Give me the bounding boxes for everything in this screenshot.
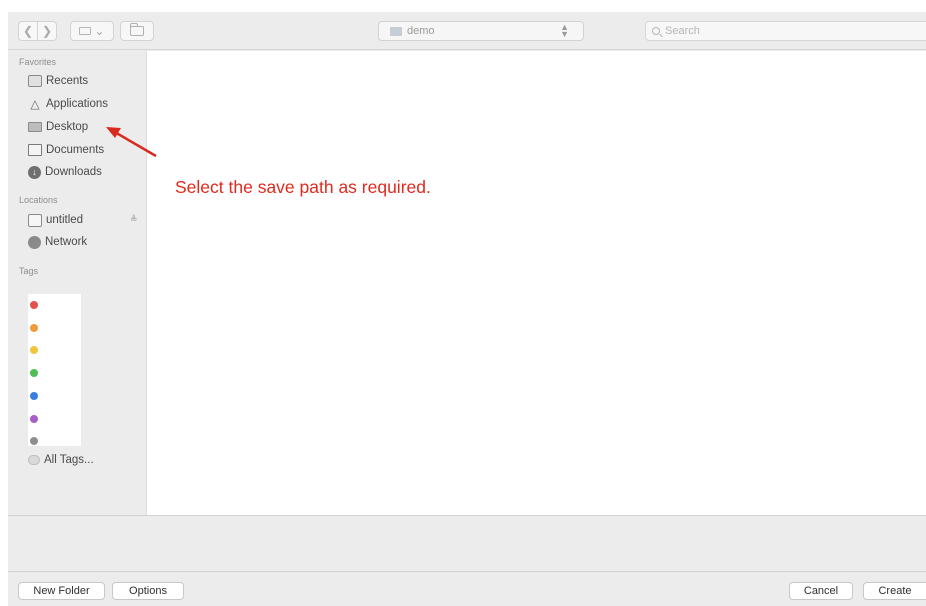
tag-color-dot[interactable] xyxy=(30,414,38,423)
search-icon xyxy=(652,27,660,35)
save-dialog: ❮ ❯ ⌄ demo ▲▼ Search Favorites Recents xyxy=(8,12,926,606)
sidebar-item-network[interactable]: Network xyxy=(28,233,87,251)
updown-chevron-icon: ▲ ▼ xyxy=(560,22,569,39)
search-field[interactable]: Search xyxy=(645,21,926,41)
sidebar-item-label: Network xyxy=(45,236,88,248)
tag-color-dot[interactable] xyxy=(30,323,38,332)
sidebar-item-label: untitled xyxy=(46,214,84,226)
annotation-text: Select the save path as required. xyxy=(175,177,431,197)
tag-color-dot[interactable] xyxy=(30,391,38,400)
new-folder-button[interactable]: New Folder xyxy=(18,582,105,600)
locations-section-title: Locations xyxy=(19,195,58,205)
folder-icon xyxy=(390,26,402,36)
search-placeholder: Search xyxy=(665,25,700,37)
sidebar-item-all-tags[interactable]: All Tags... xyxy=(28,451,94,469)
annotation-arrow xyxy=(106,127,157,158)
file-browser-pane[interactable]: Select the save path as required. xyxy=(146,51,926,515)
location-popup[interactable]: demo ▲ ▼ xyxy=(378,21,584,41)
location-label: demo xyxy=(407,25,435,37)
sidebar-item-untitled[interactable]: untitled xyxy=(28,211,83,229)
sidebar-item-label: All Tags... xyxy=(44,454,94,466)
create-button[interactable]: Create xyxy=(863,582,926,600)
options-area xyxy=(8,515,926,571)
button-bar: New Folder Options Cancel Create xyxy=(8,571,926,606)
disk-icon xyxy=(28,213,42,227)
eject-icon[interactable]: ≜ xyxy=(130,214,138,225)
cancel-button[interactable]: Cancel xyxy=(789,582,853,600)
tag-icon xyxy=(28,455,40,465)
network-icon xyxy=(28,235,41,249)
tags-section-title: Tags xyxy=(19,266,39,276)
tag-color-dot[interactable] xyxy=(30,301,38,309)
options-button[interactable]: Options xyxy=(112,582,184,600)
